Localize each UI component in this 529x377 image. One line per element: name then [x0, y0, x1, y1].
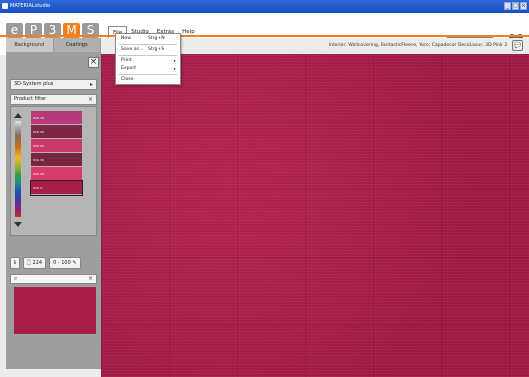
swatch-browser: Pink 10 Pink 20 Pink 25 Pink 30 Pink 35 … [10, 106, 97, 236]
chevron-right-icon: ▸ [89, 81, 93, 88]
menu-item-save-as[interactable]: Save as... Strg+S [116, 46, 180, 54]
swatch-label: Pink 3 [33, 186, 43, 190]
minimize-button[interactable]: _ [504, 2, 511, 10]
submenu-arrow-icon: ▸ [173, 58, 176, 63]
range-button[interactable]: 0 - 100 ✎ [49, 257, 81, 269]
brush-icon: ✎ [72, 260, 77, 266]
menu-item-new[interactable]: New Strg+N [116, 35, 180, 43]
menu-item-export[interactable]: Export ▸ [116, 65, 180, 73]
color-scroller[interactable] [14, 113, 22, 227]
product-filter-dropdown[interactable]: Product filter × [10, 94, 97, 105]
swatch-count: 224 [32, 260, 43, 266]
swatch[interactable]: Pink 10 [31, 111, 82, 125]
file-menu-dropdown: New Strg+N Save as... Strg+S Print ▸ Exp… [115, 33, 181, 85]
swatch-label: Pink 10 [33, 116, 44, 120]
clear-filter-icon[interactable]: × [88, 95, 93, 104]
menu-item-close[interactable]: Close [116, 76, 180, 84]
swatch-selected[interactable]: Pink 3 [30, 180, 83, 196]
swatch-label: Pink 30 [33, 158, 44, 162]
speech-bubble-icon: 💬 [513, 42, 522, 49]
menu-item-shortcut: Strg+S [148, 47, 165, 52]
maximize-button[interactable]: □ [512, 2, 519, 10]
swatch[interactable]: Pink 35 [31, 167, 82, 181]
scroll-down-icon[interactable] [14, 222, 22, 227]
selected-color-preview [14, 287, 96, 334]
menu-item-label: Export [121, 66, 137, 71]
swatch-label: Pink 35 [33, 172, 44, 176]
swatch[interactable]: Pink 30 [31, 153, 82, 167]
count-button[interactable]: 🗋 224 [22, 257, 47, 269]
hue-strip[interactable] [15, 121, 21, 217]
menu-separator [119, 74, 177, 75]
tile-grid [101, 54, 529, 377]
system-dropdown[interactable]: 3D-System plus ▸ [10, 79, 97, 90]
system-dropdown-value: 3D-System plus [14, 81, 54, 87]
swatch[interactable]: Pink 20 [31, 125, 82, 139]
menu-item-print[interactable]: Print ▸ [116, 57, 180, 65]
panel-tabs: Background Coatings [6, 38, 101, 52]
comment-button[interactable]: 💬 [512, 40, 523, 51]
title-bar: MATERIALstudio _ □ × [0, 0, 529, 13]
app-icon [2, 3, 8, 9]
search-icon: ⌕ [14, 275, 18, 282]
window-controls: _ □ × [504, 2, 527, 10]
material-preview-canvas[interactable] [101, 54, 529, 377]
search-field[interactable]: ⌕ × [10, 274, 97, 284]
clear-search-icon[interactable]: × [88, 275, 93, 283]
menu-item-shortcut: Strg+N [148, 36, 165, 41]
menu-item-label: Save as... [121, 47, 144, 52]
menu-item-label: Close [121, 77, 134, 82]
product-filter-label: Product filter [14, 96, 47, 102]
close-panel-button[interactable]: × [88, 57, 99, 68]
swatch-toolbar: ℹ 🗋 224 0 - 100 ✎ [10, 257, 81, 269]
submenu-arrow-icon: ▸ [173, 66, 176, 71]
range-value: 0 - 100 [53, 260, 71, 266]
menu-item-label: New [121, 36, 132, 41]
swatch[interactable]: Pink 25 [31, 139, 82, 153]
app-window: MATERIALstudio _ □ × e P 3 M S File Stud… [0, 0, 529, 377]
swatch-label: Pink 25 [33, 144, 44, 148]
tab-coatings[interactable]: Coatings [53, 38, 101, 52]
info-button[interactable]: ℹ [10, 257, 20, 269]
window-title: MATERIALstudio [10, 3, 51, 9]
swatch-label: Pink 20 [33, 130, 44, 134]
menu-separator [119, 44, 177, 45]
scroll-up-icon[interactable] [14, 113, 22, 118]
header-divider [0, 35, 529, 37]
menu-separator [119, 55, 177, 56]
left-panel: Background Coatings × 3D-System plus ▸ P… [6, 38, 101, 369]
menu-item-label: Print [121, 58, 132, 63]
swatch-list: Pink 10 Pink 20 Pink 25 Pink 30 Pink 35 … [30, 111, 83, 196]
close-window-button[interactable]: × [520, 2, 527, 10]
tab-background[interactable]: Background [6, 38, 54, 52]
breadcrumb-text: Interior, Wallcovering, FantasticFleece,… [328, 43, 507, 48]
